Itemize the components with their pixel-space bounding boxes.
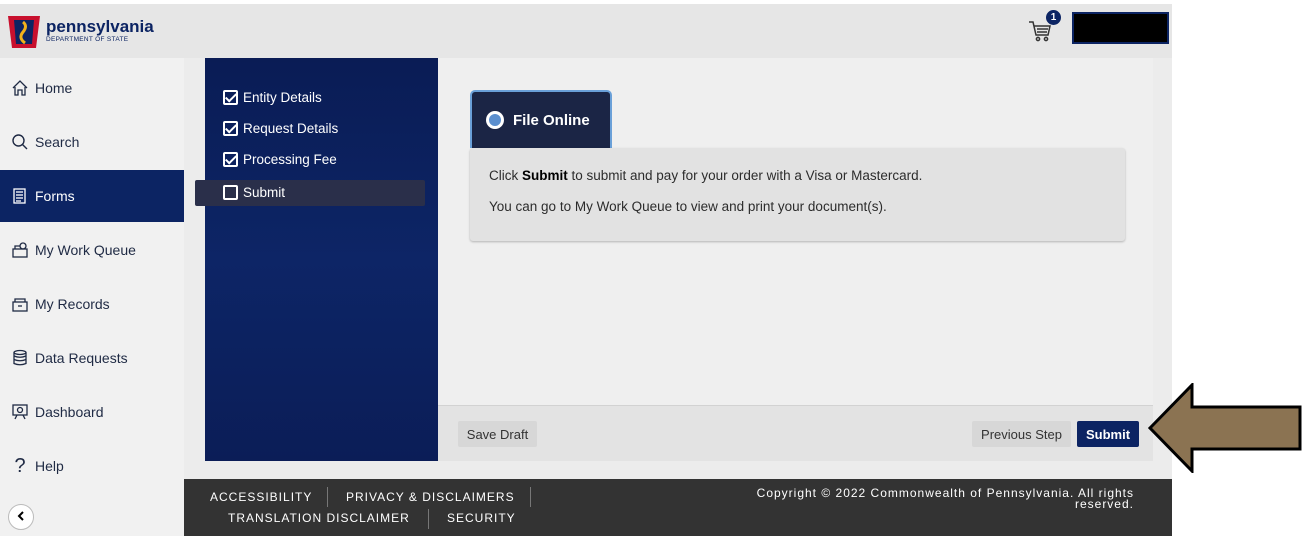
footer-link-security[interactable]: SECURITY [447, 511, 516, 525]
collapse-sidebar-button[interactable] [8, 504, 34, 530]
info-line-1: Click Submit to submit and pay for your … [489, 168, 923, 183]
footer-link-privacy[interactable]: PRIVACY & DISCLAIMERS [346, 490, 515, 504]
step-label: Submit [243, 185, 286, 200]
checked-box-icon [223, 152, 238, 167]
sidebar-item-forms[interactable]: Forms [0, 170, 184, 222]
checked-box-icon [223, 121, 238, 136]
sidebar-item-label: Home [35, 80, 73, 96]
pointer-arrow-icon [1148, 383, 1302, 473]
sidebar-item-data-requests[interactable]: Data Requests [0, 332, 184, 384]
tab-label: File Online [513, 111, 590, 129]
sidebar-item-label: Dashboard [35, 404, 104, 420]
form-steps-panel: Entity Details Request Details Processin… [195, 58, 438, 461]
sidebar-item-label: My Records [35, 296, 110, 312]
sidebar-item-label: Help [35, 458, 64, 474]
cart-count-badge: 1 [1046, 10, 1061, 25]
user-account-button[interactable] [1072, 12, 1169, 44]
submit-button[interactable]: Submit [1077, 421, 1139, 447]
step-request-details[interactable]: Request Details [223, 121, 338, 136]
records-icon [11, 295, 29, 313]
app-window: pennsylvania DEPARTMENT OF STATE 1 Home [0, 4, 1172, 536]
step-label: Request Details [243, 121, 339, 136]
main-content: File Online Click Submit to submit and p… [438, 58, 1153, 405]
save-draft-button[interactable]: Save Draft [458, 421, 537, 447]
sidebar-item-my-work-queue[interactable]: My Work Queue [0, 224, 184, 276]
search-icon [11, 133, 29, 151]
top-bar: pennsylvania DEPARTMENT OF STATE 1 [0, 4, 1172, 58]
keystone-logo-icon [6, 12, 42, 50]
forms-icon [11, 187, 29, 205]
chevron-left-icon [16, 508, 26, 526]
sidebar-item-dashboard[interactable]: Dashboard [0, 386, 184, 438]
footer-link-translation[interactable]: TRANSLATION DISCLAIMER [228, 511, 410, 525]
tab-file-online[interactable]: File Online [470, 90, 612, 148]
footer-divider [530, 487, 531, 507]
footer-divider [327, 487, 328, 507]
logo-title: pennsylvania [46, 17, 154, 37]
work-queue-icon [11, 241, 29, 259]
previous-step-button[interactable]: Previous Step [972, 421, 1071, 447]
step-submit[interactable]: Submit [223, 185, 285, 200]
dashboard-icon [11, 403, 29, 421]
info-box: Click Submit to submit and pay for your … [470, 148, 1125, 241]
radio-selected-icon [486, 111, 504, 129]
sidebar: Home Search Forms My Work Queue My Recor… [0, 58, 184, 536]
sidebar-item-search[interactable]: Search [0, 116, 184, 168]
sidebar-item-home[interactable]: Home [0, 62, 184, 114]
step-label: Processing Fee [243, 152, 337, 167]
step-entity-details[interactable]: Entity Details [223, 90, 322, 105]
sidebar-item-my-records[interactable]: My Records [0, 278, 184, 330]
sidebar-item-label: Forms [35, 188, 75, 204]
action-bar: Save Draft Previous Step Submit [438, 405, 1153, 461]
copyright-text: Copyright © 2022 Commonwealth of Pennsyl… [756, 486, 1134, 511]
database-icon [11, 349, 29, 367]
sidebar-item-help[interactable]: ? Help [0, 440, 184, 492]
home-icon [11, 79, 29, 97]
step-processing-fee[interactable]: Processing Fee [223, 152, 337, 167]
sidebar-item-label: Search [35, 134, 80, 150]
footer-link-accessibility[interactable]: ACCESSIBILITY [210, 490, 312, 504]
site-footer: ACCESSIBILITY PRIVACY & DISCLAIMERS TRAN… [184, 479, 1172, 536]
info-line-2: You can go to My Work Queue to view and … [489, 199, 887, 214]
step-label: Entity Details [243, 90, 322, 105]
sidebar-item-label: Data Requests [35, 350, 128, 366]
sidebar-item-label: My Work Queue [35, 242, 136, 258]
checked-box-icon [223, 90, 238, 105]
logo-subtitle: DEPARTMENT OF STATE [46, 36, 129, 44]
footer-divider [428, 509, 429, 529]
pa-logo[interactable]: pennsylvania DEPARTMENT OF STATE [6, 12, 154, 50]
unchecked-box-icon [223, 185, 238, 200]
help-icon: ? [14, 454, 26, 477]
